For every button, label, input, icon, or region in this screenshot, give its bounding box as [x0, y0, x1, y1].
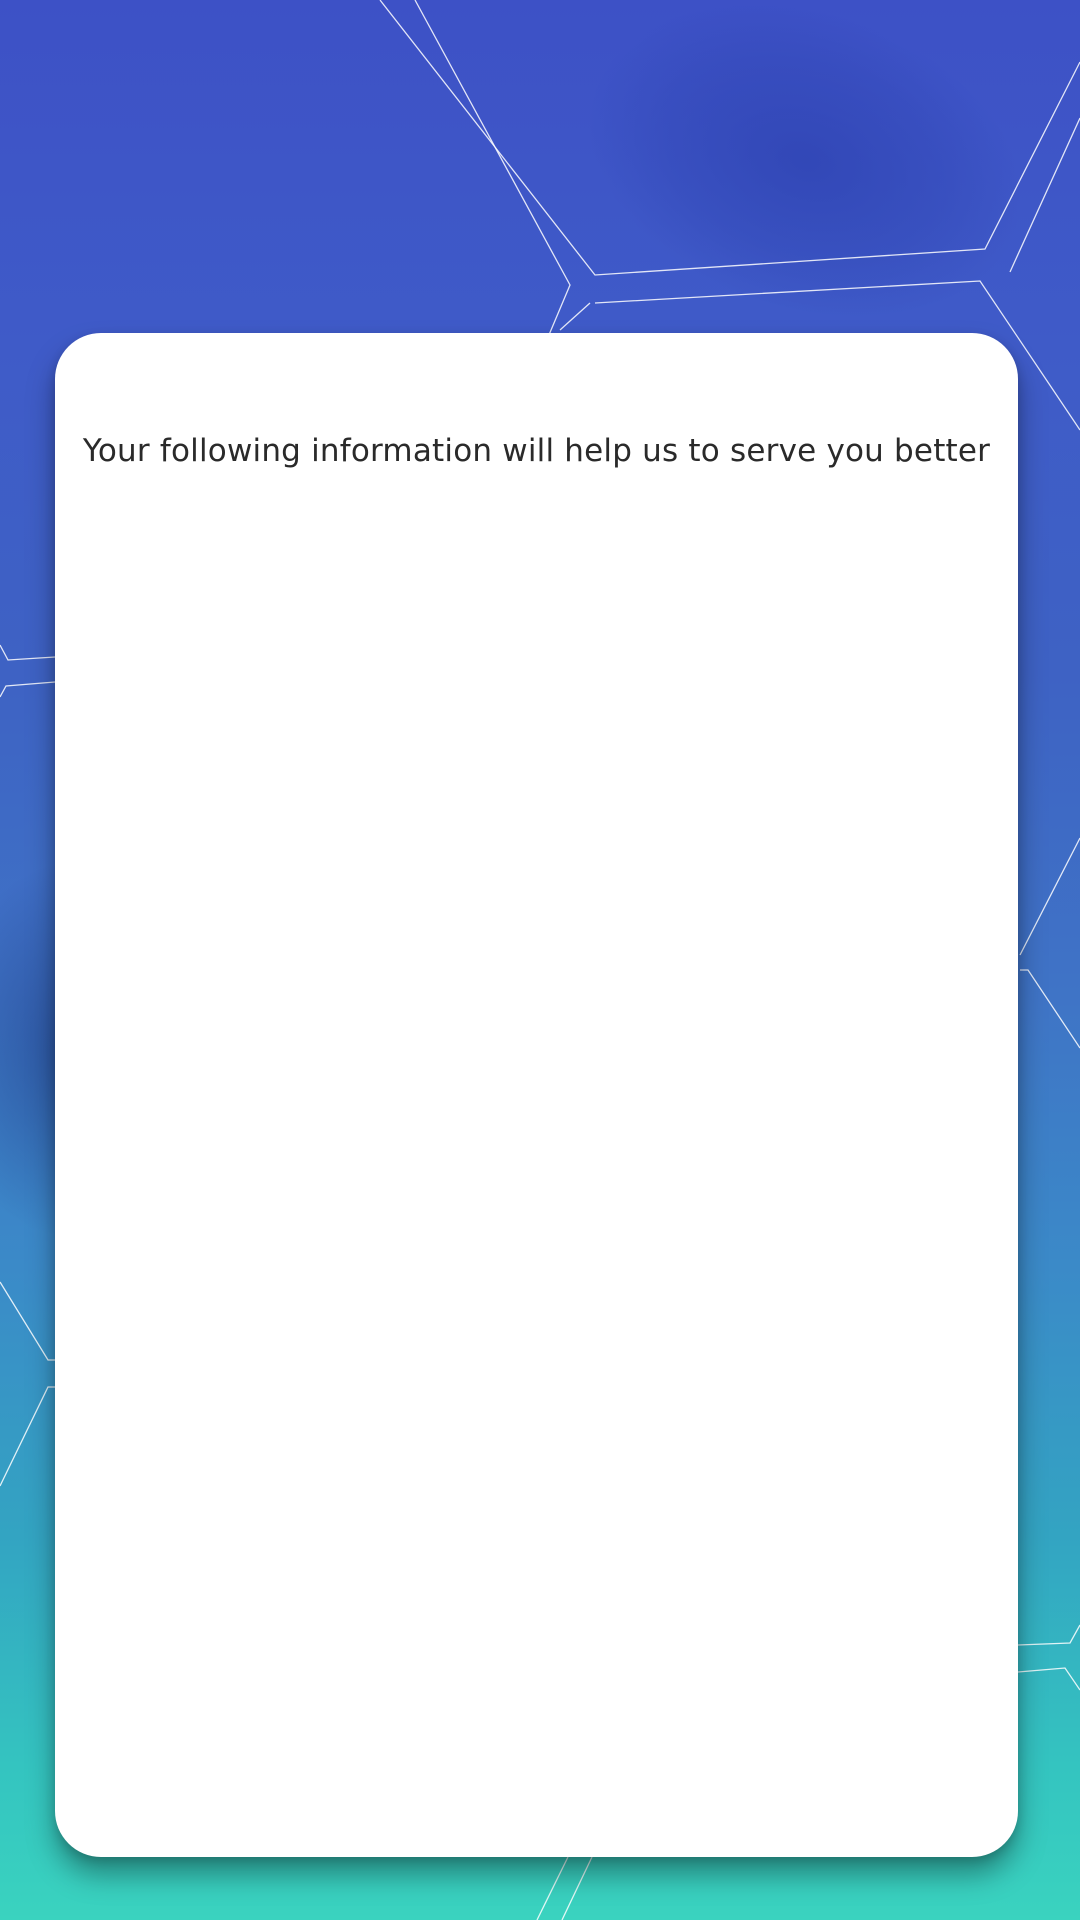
app-screen: Your following information will help us …	[0, 0, 1080, 1920]
info-card: Your following information will help us …	[55, 333, 1018, 1857]
info-message: Your following information will help us …	[82, 433, 991, 469]
